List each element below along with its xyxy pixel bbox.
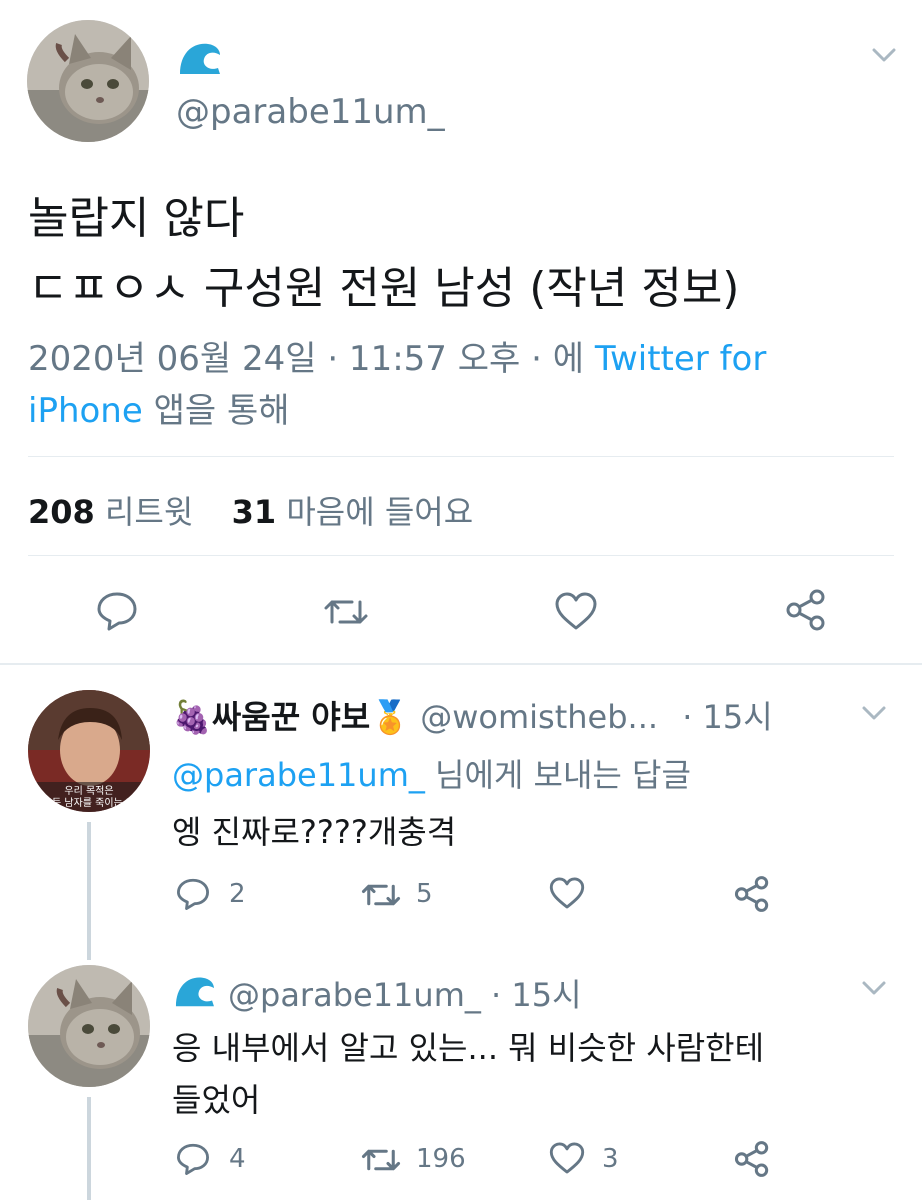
thread-line <box>87 1097 91 1200</box>
reply-text-line1: 응 내부에서 알고 있는... 뭐 비슷한 사람한테 <box>172 1029 765 1067</box>
avatar[interactable] <box>27 20 149 142</box>
reply-count: 2 <box>229 879 246 909</box>
chevron-down-icon[interactable] <box>860 978 888 998</box>
divider <box>28 456 894 457</box>
source-suffix: 앱을 통해 <box>153 391 290 431</box>
like-icon[interactable] <box>553 591 599 631</box>
reply-to-suffix: 님에게 보내는 답글 <box>435 756 691 794</box>
retweet-icon[interactable] <box>360 879 402 911</box>
grape-emoji-icon: 🍇 <box>172 698 212 736</box>
source-link[interactable]: Twitter for <box>595 339 767 379</box>
wave-logo-icon <box>176 38 222 82</box>
reply-time[interactable]: · 15시 <box>682 698 773 736</box>
retweet-icon[interactable] <box>322 594 370 630</box>
author-handle[interactable]: @parabe11um_ <box>176 92 445 132</box>
retweet-icon[interactable] <box>360 1144 402 1176</box>
section-divider <box>0 663 922 665</box>
tweet-date: 2020년 06월 24일 · 11:57 오후 · 에 <box>28 339 584 379</box>
tweet-text-line1: 놀랍지 않다 <box>28 193 245 244</box>
like-count[interactable]: 31 <box>232 493 277 531</box>
tweet-meta: 2020년 06월 24일 · 11:57 오후 · 에 Twitter for… <box>28 333 888 437</box>
retweet-count: 5 <box>416 879 433 909</box>
medal-emoji-icon: 🏅 <box>370 698 411 736</box>
retweet-count: 196 <box>416 1144 466 1174</box>
reply-icon[interactable] <box>175 1142 211 1176</box>
retweet-count[interactable]: 208 <box>28 493 95 531</box>
reply-to: @parabe11um_ 님에게 보내는 답글 <box>172 750 691 796</box>
avatar[interactable] <box>28 965 150 1087</box>
avatar[interactable]: 우리 목적은 모든 남자를 죽이는 거 <box>28 690 150 812</box>
chevron-down-icon[interactable] <box>860 703 888 723</box>
source-link-2[interactable]: iPhone <box>28 391 143 431</box>
reply-to-handle[interactable]: @parabe11um_ <box>172 756 425 794</box>
display-name[interactable]: 싸움꾼 야보 <box>212 698 370 736</box>
share-icon[interactable] <box>733 1140 771 1178</box>
reply-handle[interactable]: @parabe11um_ <box>228 976 481 1014</box>
thread-line <box>87 822 91 960</box>
reply-header: 🍇싸움꾼 야보🏅 @womistheb... · 15시 <box>172 692 773 738</box>
like-icon[interactable] <box>548 876 586 910</box>
chevron-down-icon[interactable] <box>870 45 898 65</box>
reply-icon[interactable] <box>175 877 211 911</box>
reply-count: 4 <box>229 1144 246 1174</box>
reply-text: 응 내부에서 알고 있는... 뭐 비슷한 사람한테 들었어 <box>172 1022 892 1126</box>
avatar-caption-line1: 우리 목적은 <box>64 786 114 797</box>
avatar-caption: 우리 목적은 모든 남자를 죽이는 거 <box>28 786 150 810</box>
reply-header: @parabe11um_ · 15시 <box>228 970 582 1016</box>
reply-text: 엥 진짜로????개충격 <box>172 813 457 851</box>
avatar-caption-line2: 모든 남자를 죽이는 거 <box>42 798 136 809</box>
divider <box>28 555 894 556</box>
like-icon[interactable] <box>548 1141 586 1175</box>
reply-handle[interactable]: @womistheb... <box>420 698 658 736</box>
reply-text-line2: 들었어 <box>172 1081 261 1119</box>
like-count: 3 <box>602 1144 619 1174</box>
engagement-stats: 208 리트윗 31 마음에 들어요 <box>28 487 473 533</box>
share-icon[interactable] <box>784 588 828 632</box>
share-icon[interactable] <box>733 875 771 913</box>
retweet-label[interactable]: 리트윗 <box>105 493 193 531</box>
like-label[interactable]: 마음에 들어요 <box>286 493 473 531</box>
reply-time[interactable]: · 15시 <box>491 976 582 1014</box>
tweet-text-line2: ㄷㅍㅇㅅ 구성원 전원 남성 (작년 정보) <box>28 263 740 314</box>
reply-icon[interactable] <box>95 590 139 632</box>
wave-logo-icon <box>172 972 216 1014</box>
